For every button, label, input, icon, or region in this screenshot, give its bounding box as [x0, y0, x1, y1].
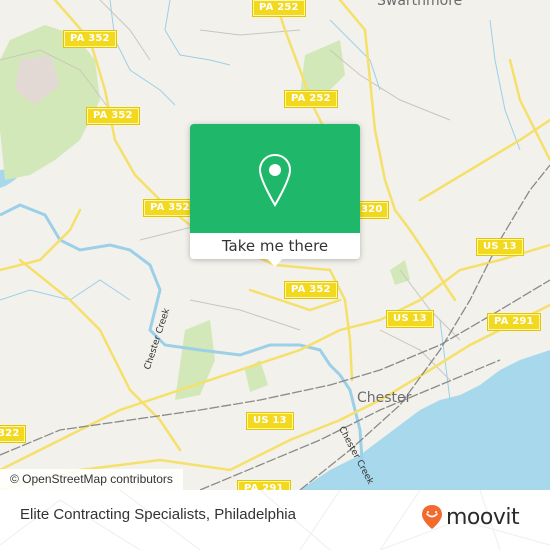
road-shield-pa291: PA 291 — [488, 314, 540, 330]
moovit-logo[interactable]: moovit — [421, 504, 520, 530]
road-shield-pa352: PA 352 — [285, 282, 337, 298]
road-shield-us322: 322 — [0, 426, 26, 442]
park-area — [175, 320, 215, 400]
road-shield-pa320: 320 — [355, 202, 389, 218]
popup-pointer — [267, 258, 283, 267]
place-label-swarthmore: Swarthmore — [377, 0, 463, 9]
road-shield-pa352: PA 352 — [144, 200, 196, 216]
park-area — [390, 260, 410, 285]
road-shield-us13: US 13 — [387, 311, 433, 327]
road-shield-us13: US 13 — [247, 413, 293, 429]
park-area — [0, 25, 100, 180]
road-shield-pa291: PA 291 — [238, 481, 290, 490]
road-shield-pa352: PA 352 — [87, 108, 139, 124]
road-shield-us13: US 13 — [477, 239, 523, 255]
location-pin-icon — [258, 153, 292, 207]
map-attribution[interactable]: © OpenStreetMap contributors — [0, 469, 183, 490]
location-title: Elite Contracting Specialists, Philadelp… — [20, 506, 296, 523]
road-i95 — [393, 208, 457, 302]
take-me-there-button[interactable]: Take me there — [190, 233, 360, 259]
footer-bar: Elite Contracting Specialists, Philadelp… — [0, 490, 550, 550]
road-shield-pa252: PA 252 — [285, 91, 337, 107]
moovit-wordmark: moovit — [446, 504, 520, 530]
popup-header — [190, 124, 360, 233]
map-view[interactable]: PA 352 PA 352 PA 352 PA 352 PA 252 PA 25… — [0, 0, 550, 490]
location-popup: Take me there — [190, 124, 360, 267]
moovit-smile-pin-icon — [422, 505, 442, 529]
place-label-chester: Chester — [357, 390, 412, 406]
road-shield-pa352: PA 352 — [64, 31, 116, 47]
road-shield-pa252: PA 252 — [253, 0, 305, 16]
